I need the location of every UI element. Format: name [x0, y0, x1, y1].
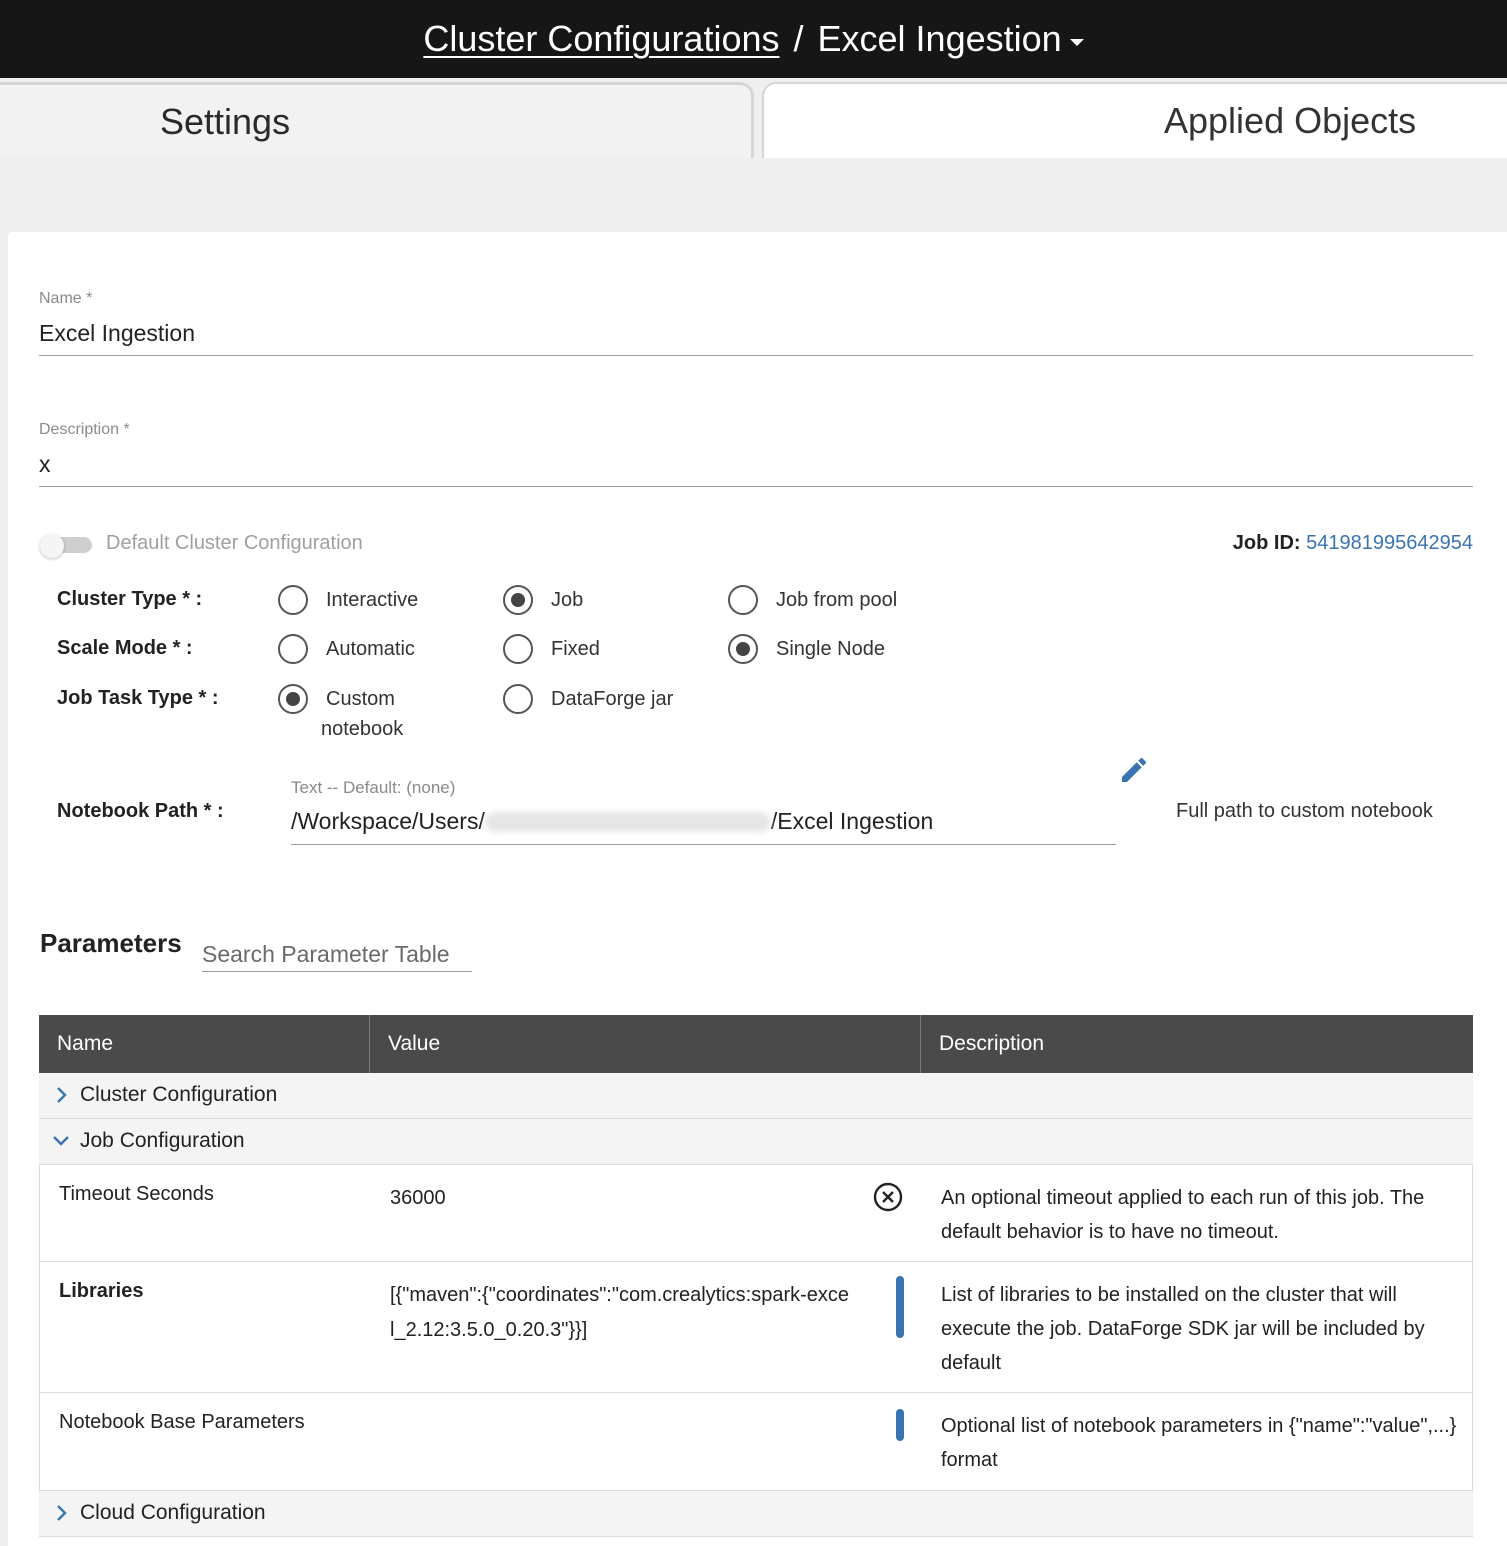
radio-label-fixed: Fixed [551, 638, 600, 660]
chevron-right-icon [57, 1505, 67, 1521]
notebook-path-prefix: /Workspace/Users/ [291, 808, 485, 834]
name-input[interactable]: Excel Ingestion [39, 320, 195, 347]
pencil-icon[interactable] [1118, 754, 1150, 786]
table-row: Timeout Seconds 36000 An optional timeou… [39, 1165, 1473, 1262]
radio-label-single-node: Single Node [776, 638, 885, 660]
param-value-input[interactable]: 36000 [390, 1181, 850, 1216]
table-row: Libraries [{"maven":{"coordinates":"com.… [39, 1262, 1473, 1393]
radio-scale-automatic[interactable] [278, 634, 308, 664]
notebook-path-input[interactable]: /Workspace/Users/ /Excel Ingestion [291, 808, 933, 835]
column-header-name[interactable]: Name [39, 1015, 370, 1073]
radio-cluster-job-from-pool[interactable] [728, 585, 758, 615]
description-underline [39, 486, 1473, 487]
top-bar: Cluster Configurations / Excel Ingestion [0, 0, 1507, 78]
redacted-email [484, 811, 771, 832]
clear-icon[interactable] [872, 1181, 904, 1213]
param-name: Notebook Base Parameters [59, 1411, 305, 1433]
breadcrumb-separator: / [793, 18, 804, 59]
radio-cluster-job[interactable] [503, 585, 533, 615]
notebook-path-help: Full path to custom notebook [1176, 800, 1433, 822]
radio-task-dataforge-jar[interactable] [503, 684, 533, 714]
radio-label-automatic: Automatic [326, 638, 415, 660]
param-description: List of libraries to be installed on the… [941, 1284, 1425, 1374]
settings-card: Name * Excel Ingestion Description * x D… [8, 232, 1507, 1546]
param-description: An optional timeout applied to each run … [941, 1187, 1425, 1243]
job-id: Job ID: 541981995642954 [1233, 532, 1473, 555]
parameters-title: Parameters [40, 928, 182, 958]
column-header-value[interactable]: Value [370, 1015, 921, 1073]
resize-handle[interactable] [896, 1409, 904, 1441]
radio-label-dataforge-jar: DataForge jar [551, 688, 674, 710]
radio-cluster-interactive[interactable] [278, 585, 308, 615]
group-cloud-configuration[interactable]: Cloud Configuration [39, 1491, 1473, 1537]
radio-label-notebook: notebook [321, 718, 404, 740]
radio-scale-single-node[interactable] [728, 634, 758, 664]
toggle-knob [40, 534, 64, 558]
job-id-value: 541981995642954 [1306, 532, 1473, 554]
group-label: Cloud Configuration [80, 1501, 266, 1524]
tab-settings[interactable]: Settings [0, 82, 754, 158]
group-job-configuration[interactable]: Job Configuration [39, 1119, 1473, 1165]
name-label: Name * [39, 290, 93, 307]
radio-scale-fixed[interactable] [503, 634, 533, 664]
notebook-path-suffix: /Excel Ingestion [770, 808, 934, 834]
param-name: Libraries [59, 1280, 144, 1302]
tab-bar: Settings Applied Objects [0, 78, 1507, 158]
description-label: Description * [39, 421, 130, 438]
param-name: Timeout Seconds [59, 1183, 214, 1205]
table-header: Name Value Description [39, 1015, 1473, 1073]
job-task-type-label: Job Task Type * : [57, 687, 219, 709]
default-cluster-label: Default Cluster Configuration [106, 532, 363, 554]
name-underline [39, 355, 1473, 356]
parameter-search-input[interactable] [202, 938, 472, 972]
param-value-input[interactable]: [{"maven":{"coordinates":"com.crealytics… [390, 1278, 850, 1348]
caret-down-icon[interactable] [1069, 38, 1084, 46]
group-label: Cluster Configuration [80, 1083, 278, 1106]
radio-label-job: Job [551, 589, 584, 611]
tab-applied-objects[interactable]: Applied Objects [762, 82, 1507, 158]
breadcrumb-current: Excel Ingestion [817, 18, 1062, 59]
chevron-down-icon [53, 1136, 69, 1146]
group-label: Job Configuration [80, 1129, 245, 1152]
default-cluster-toggle[interactable] [40, 534, 94, 558]
cluster-type-label: Cluster Type * : [57, 588, 203, 610]
breadcrumb-cluster-configurations-link[interactable]: Cluster Configurations [423, 18, 779, 60]
scale-mode-label: Scale Mode * : [57, 637, 193, 659]
job-id-label: Job ID: [1232, 532, 1301, 554]
group-cluster-configuration[interactable]: Cluster Configuration [39, 1073, 1473, 1119]
notebook-path-underline [291, 844, 1116, 845]
description-input[interactable]: x [39, 451, 51, 478]
radio-task-custom-notebook[interactable] [278, 684, 308, 714]
param-description: Optional list of notebook parameters in … [941, 1415, 1457, 1471]
chevron-right-icon [57, 1087, 67, 1103]
notebook-path-label: Notebook Path * : [57, 800, 224, 822]
radio-label-custom: Custom [326, 688, 395, 710]
table-row: Notebook Base Parameters Optional list o… [39, 1393, 1473, 1491]
radio-label-job-from-pool: Job from pool [776, 589, 898, 611]
notebook-path-hint: Text -- Default: (none) [291, 778, 456, 797]
resize-handle[interactable] [896, 1276, 904, 1338]
column-header-description[interactable]: Description [921, 1015, 1473, 1073]
radio-label-interactive: Interactive [326, 589, 419, 611]
